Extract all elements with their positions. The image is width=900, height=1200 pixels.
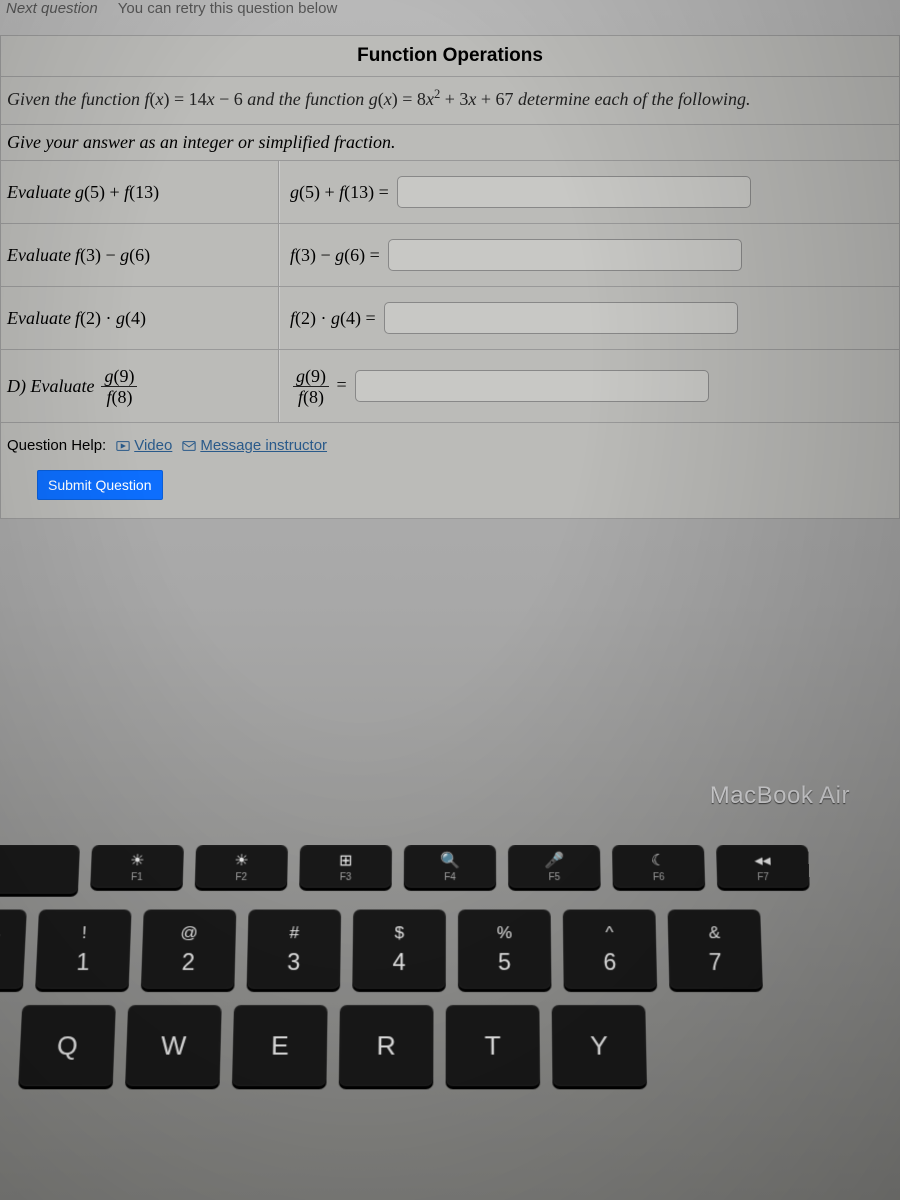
key-q: Q	[18, 1005, 116, 1086]
macbook-label: MacBook Air	[710, 782, 850, 810]
key-6: ^6	[563, 910, 657, 989]
key-esc: esc	[0, 845, 80, 894]
key-1: !1	[35, 910, 131, 989]
key-5: %5	[458, 910, 552, 989]
answer-input-2[interactable]	[388, 239, 742, 271]
key-f6: ☾F6	[612, 845, 705, 888]
question-title: Function Operations	[1, 36, 899, 77]
keyboard: esc ☀F1 ☀F2 ⊞F3 🔍F4 🎤F5 ☾F6 ◂◂F7 ~` !1 @…	[0, 845, 900, 1103]
key-4: $4	[352, 910, 446, 989]
submit-button[interactable]: Submit Question	[37, 470, 163, 500]
help-label: Question Help:	[7, 437, 106, 454]
key-3: #3	[247, 910, 342, 989]
key-f3: ⊞F3	[299, 845, 392, 888]
key-f4: 🔍F4	[404, 845, 496, 888]
table-row: D) Evaluate g(9)f(8) g(9)f(8) =	[1, 350, 899, 423]
message-instructor-link[interactable]: Message instructor	[182, 437, 327, 454]
key-r: R	[339, 1005, 434, 1086]
table-row: Evaluate f(3) − g(6) f(3) − g(6) =	[1, 224, 899, 287]
key-f1: ☀F1	[90, 845, 184, 888]
answer-input-4[interactable]	[355, 370, 709, 402]
key-f5: 🎤F5	[508, 845, 601, 888]
problem-statement: Given the function f(x) = 14x − 6 and th…	[1, 77, 899, 124]
key-t: T	[446, 1005, 541, 1086]
key-f7: ◂◂F7	[716, 845, 810, 888]
video-link[interactable]: Video	[116, 437, 172, 454]
key-w: W	[125, 1005, 222, 1086]
answer-input-3[interactable]	[384, 302, 738, 334]
answer-input-1[interactable]	[397, 176, 751, 208]
key-f2: ☀F2	[195, 845, 288, 888]
prev-nav-fragment: Next question	[6, 0, 98, 17]
video-icon	[116, 439, 130, 453]
key-2: @2	[141, 910, 237, 989]
question-table: Function Operations Given the function f…	[0, 35, 900, 519]
key-y: Y	[552, 1005, 647, 1086]
key-e: E	[232, 1005, 328, 1086]
mail-icon	[182, 439, 196, 453]
key-tilde: ~`	[0, 910, 27, 989]
key-7: &7	[668, 910, 763, 989]
retry-fragment: You can retry this question below	[118, 0, 338, 17]
table-row: Evaluate f(2) · g(4) f(2) · g(4) =	[1, 287, 899, 350]
table-row: Evaluate g(5) + f(13) g(5) + f(13) =	[1, 161, 899, 224]
answer-instruction: Give your answer as an integer or simpli…	[1, 124, 899, 161]
